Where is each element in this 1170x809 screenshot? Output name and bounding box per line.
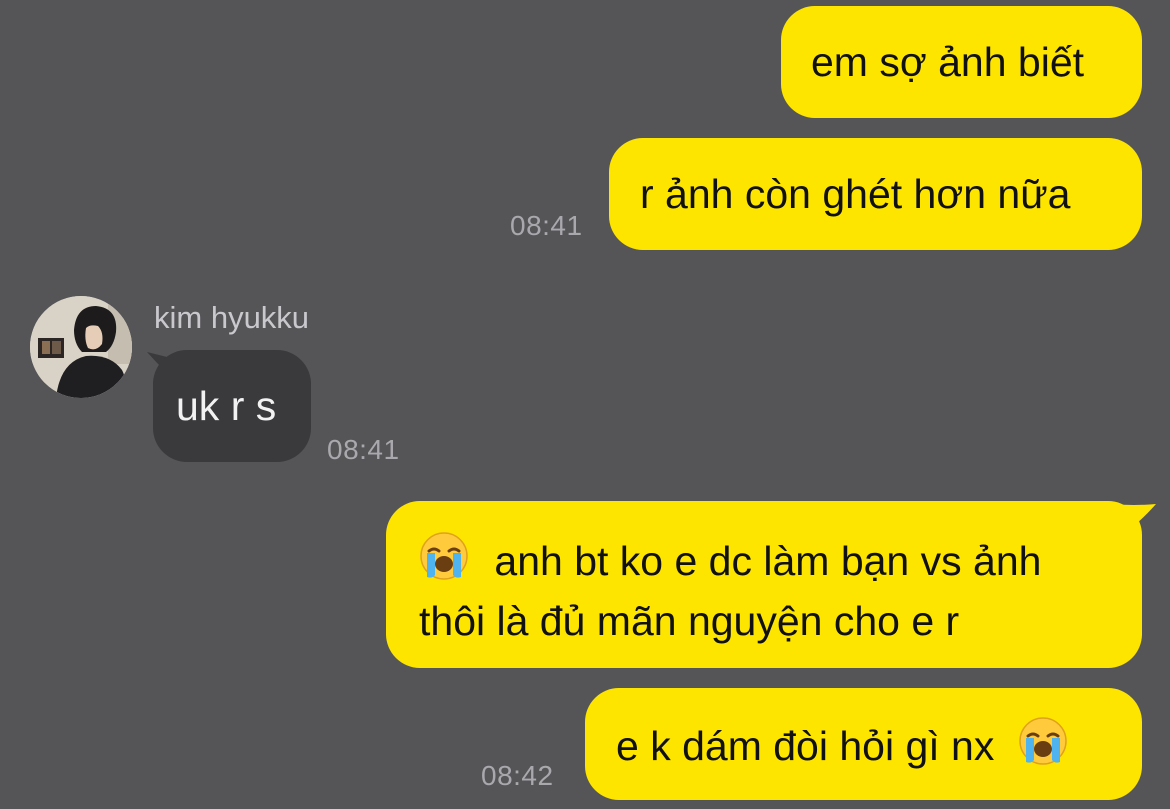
outgoing-message-bubble[interactable]: em sợ ảnh biết — [781, 6, 1142, 118]
message-timestamp: 08:41 — [510, 210, 583, 241]
message-line: anh bt ko e dc làm bạn vs ảnh — [419, 531, 1142, 594]
message-text: em sợ ảnh biết — [811, 39, 1085, 85]
message-line: thôi là đủ mãn nguyện cho e r — [419, 594, 1142, 648]
sender-name: kim hyukku — [154, 300, 310, 335]
loudly-crying-face-icon — [1018, 716, 1068, 780]
avatar-photo — [30, 296, 132, 398]
outgoing-message-bubble[interactable]: anh bt ko e dc làm bạn vs ảnh thôi là đủ… — [386, 501, 1142, 668]
incoming-message-bubble[interactable]: uk r s — [153, 350, 311, 462]
message-timestamp: 08:41 — [327, 434, 400, 465]
message-timestamp: 08:42 — [481, 760, 554, 791]
loudly-crying-face-icon — [419, 531, 469, 594]
message-text: r ảnh còn ghét hơn nữa — [640, 171, 1071, 217]
message-text: e k dám đòi hỏi gì nx — [616, 723, 995, 769]
message-text: thôi là đủ mãn nguyện cho e r — [419, 598, 960, 644]
message-text: anh bt ko e dc làm bạn vs ảnh — [494, 538, 1042, 584]
message-text: uk r s — [176, 383, 277, 429]
avatar[interactable] — [30, 296, 132, 398]
outgoing-message-bubble[interactable]: r ảnh còn ghét hơn nữa — [609, 138, 1142, 250]
outgoing-message-bubble[interactable]: e k dám đòi hỏi gì nx — [585, 688, 1142, 800]
chat-conversation: em sợ ảnh biết 08:41 r ảnh còn ghét hơn … — [0, 0, 1170, 809]
